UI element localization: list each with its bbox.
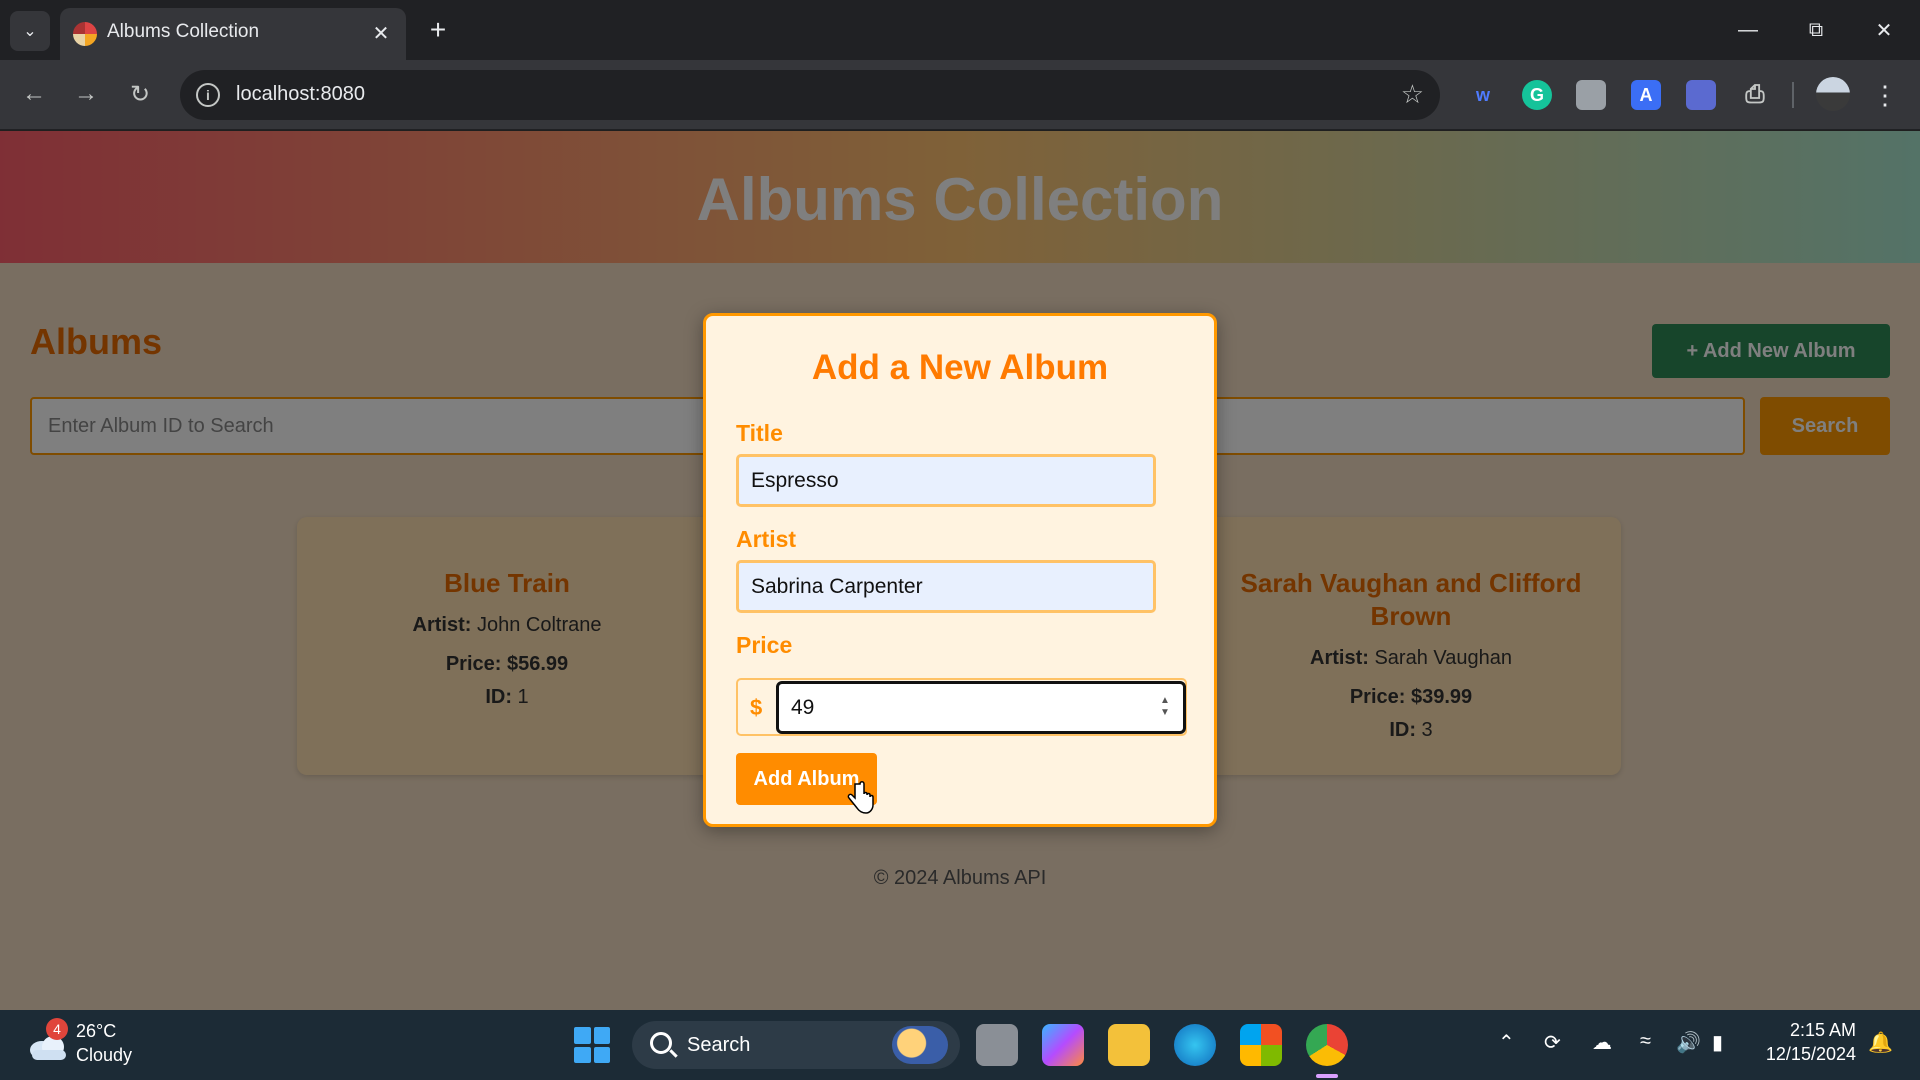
microsoft-store-icon[interactable] — [1240, 1024, 1282, 1066]
task-view-icon[interactable] — [976, 1024, 1018, 1066]
reload-button[interactable]: ↻ — [120, 74, 160, 114]
close-icon: ✕ — [1875, 19, 1893, 42]
extension-w-icon[interactable]: w — [1468, 80, 1498, 110]
browser-tab[interactable]: Albums Collection ✕ — [60, 8, 406, 60]
file-explorer-icon[interactable] — [1108, 1024, 1150, 1066]
price-input-group: $ ▲▼ — [736, 678, 1187, 736]
number-spinner-icon[interactable]: ▲ ▼ — [1158, 695, 1172, 721]
profile-avatar[interactable] — [1816, 77, 1850, 111]
extensions-icon[interactable]: ⎙ — [1740, 80, 1770, 110]
url-text[interactable]: localhost:8080 — [236, 83, 365, 106]
new-tab-button[interactable]: + — [420, 12, 456, 48]
weather-temperature[interactable]: 26°C — [76, 1021, 116, 1042]
currency-symbol: $ — [750, 695, 763, 720]
search-icon — [650, 1032, 672, 1054]
kebab-menu-icon[interactable]: ⋮ — [1870, 77, 1900, 113]
close-tab-icon[interactable]: ✕ — [366, 18, 396, 48]
close-window-button[interactable]: ✕ — [1850, 0, 1918, 60]
search-highlight-icon — [892, 1026, 948, 1064]
bell-icon[interactable]: 🔔 — [1868, 1030, 1893, 1055]
minimize-icon: — — [1738, 18, 1758, 41]
back-icon: ← — [22, 80, 46, 107]
onedrive-icon[interactable]: ☁ — [1592, 1030, 1612, 1055]
title-field-label: Title — [736, 420, 783, 446]
reload-icon: ↻ — [129, 80, 151, 108]
web-page: Albums Collection Albums + Add New Album… — [0, 131, 1920, 1010]
chrome-icon[interactable] — [1306, 1024, 1348, 1066]
sync-icon[interactable]: ⟳ — [1544, 1030, 1561, 1055]
info-icon[interactable]: i — [196, 83, 220, 107]
favicon-icon — [73, 22, 97, 46]
price-input[interactable] — [776, 681, 1186, 734]
extension-puzzle-app-icon[interactable] — [1576, 80, 1606, 110]
clock-date[interactable]: 12/15/2024 — [1736, 1044, 1856, 1065]
volume-icon[interactable]: 🔊 — [1676, 1030, 1701, 1055]
modal-title: Add a New Album — [811, 348, 1109, 387]
artist-input[interactable] — [736, 560, 1156, 613]
price-field-label: Price — [736, 632, 793, 658]
add-album-modal: Add a New Album Title Artist Price $ ▲▼ … — [703, 313, 1217, 827]
battery-icon[interactable]: ▮ — [1712, 1030, 1723, 1055]
taskbar-search-label: Search — [687, 1034, 751, 1056]
taskbar-search-box[interactable]: Search — [632, 1021, 960, 1069]
clock-time[interactable]: 2:15 AM — [1760, 1020, 1856, 1041]
restore-button[interactable]: ⧉ — [1782, 0, 1850, 60]
extension-alert-icon[interactable] — [1686, 80, 1716, 110]
windows-start-icon[interactable] — [574, 1027, 610, 1063]
tab-list-button[interactable]: ⌄ — [10, 11, 50, 51]
weather-condition[interactable]: Cloudy — [76, 1045, 132, 1066]
browser-tab-bar: ⌄ Albums Collection ✕ + — ⧉ ✕ — [0, 0, 1920, 60]
address-bar[interactable]: i localhost:8080 ☆ — [180, 70, 1440, 120]
wifi-icon[interactable]: ≈ — [1640, 1030, 1651, 1053]
browser-toolbar: ← → ↻ i localhost:8080 ☆ w G A ⎙ ⋮ — [0, 60, 1920, 130]
back-button[interactable]: ← — [14, 74, 54, 114]
forward-button[interactable]: → — [66, 74, 106, 114]
active-app-indicator — [1316, 1074, 1338, 1078]
restore-icon: ⧉ — [1808, 18, 1824, 41]
hand-cursor-icon — [847, 781, 874, 814]
star-icon[interactable]: ☆ — [1401, 79, 1424, 110]
forward-icon: → — [74, 80, 98, 107]
grammarly-icon[interactable]: G — [1522, 80, 1552, 110]
artist-field-label: Artist — [736, 526, 797, 552]
tab-title: Albums Collection — [107, 21, 260, 42]
windows-taskbar: 4 26°C Cloudy Search ⌃ ⟳ ☁ ≈ 🔊 ▮ 2:15 AM… — [0, 1010, 1920, 1080]
edge-browser-icon[interactable] — [1174, 1024, 1216, 1066]
chevron-up-icon[interactable]: ⌃ — [1498, 1030, 1515, 1055]
minimize-button[interactable]: — — [1714, 0, 1782, 60]
plus-icon: + — [429, 14, 447, 45]
translate-icon[interactable]: A — [1631, 80, 1661, 110]
copilot-icon[interactable] — [1042, 1024, 1084, 1066]
chevron-down-icon: ⌄ — [23, 23, 37, 40]
toolbar-divider — [1792, 82, 1794, 108]
weather-notification-badge: 4 — [46, 1018, 68, 1040]
title-input[interactable] — [736, 454, 1156, 507]
